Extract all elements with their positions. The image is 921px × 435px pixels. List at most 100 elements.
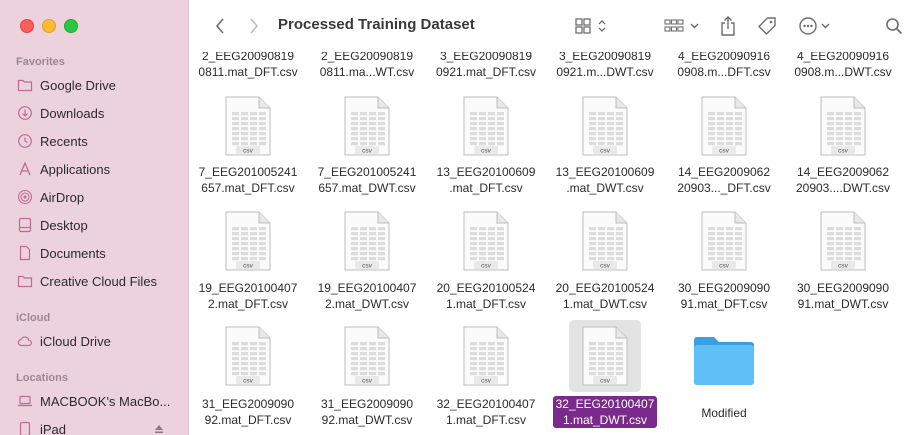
tags-button[interactable] — [755, 14, 779, 38]
svg-text:csv: csv — [362, 148, 373, 155]
forward-button[interactable] — [243, 14, 265, 38]
sidebar-item-ipad[interactable]: iPad — [16, 418, 184, 435]
file-item[interactable]: 2_EEG20090819 0811.mat_DFT.csv — [189, 52, 307, 81]
file-item[interactable]: 13_EEG20100609 .mat_DWT.csv — [546, 164, 664, 197]
file-item[interactable]: 32_EEG20100407 1.mat_DFT.csv — [427, 396, 545, 429]
csv-file-icon[interactable]: csv — [224, 211, 272, 271]
sidebar-item-label: iPad — [40, 421, 67, 435]
csv-file-icon[interactable]: csv — [819, 211, 867, 271]
folder-icon — [16, 77, 34, 93]
file-item[interactable]: 2_EEG20090819 0811.ma...WT.csv — [308, 52, 426, 81]
file-item[interactable]: 19_EEG20100407 2.mat_DWT.csv — [308, 280, 426, 313]
ipad-icon — [16, 421, 34, 435]
file-name: 32_EEG20100407 1.mat_DFT.csv — [436, 397, 536, 427]
file-item[interactable]: 19_EEG20100407 2.mat_DFT.csv — [189, 280, 307, 313]
window-title: Processed Training Dataset — [278, 16, 475, 33]
sidebar-item-recents[interactable]: Recents — [16, 130, 184, 152]
sidebar-item-applications[interactable]: Applications — [16, 158, 184, 180]
csv-file-icon[interactable]: csv — [343, 211, 391, 271]
sidebar-item-desktop[interactable]: Desktop — [16, 214, 184, 236]
file-item[interactable]: 4_EEG20090916 0908.m...DFT.csv — [665, 52, 783, 81]
csv-file-icon[interactable]: csv — [224, 96, 272, 156]
file-item[interactable]: 20_EEG20100524 1.mat_DWT.csv — [546, 280, 664, 313]
search-icon — [885, 17, 903, 35]
share-button[interactable] — [717, 14, 739, 38]
file-item[interactable]: 14_EEG2009062 20903....DWT.csv — [784, 164, 902, 197]
file-name: 14_EEG2009062 20903..._DFT.csv — [677, 165, 771, 195]
file-item[interactable]: 30_EEG2009090 91.mat_DFT.csv — [665, 280, 783, 313]
csv-file-icon[interactable]: csv — [581, 96, 629, 156]
sidebar-item-downloads[interactable]: Downloads — [16, 102, 184, 124]
icloud-heading: iCloud — [16, 312, 51, 324]
csv-file-icon[interactable]: csv — [343, 96, 391, 156]
file-name: 19_EEG20100407 2.mat_DFT.csv — [198, 281, 298, 311]
back-button[interactable] — [209, 14, 231, 38]
sidebar-item-macbook[interactable]: MACBOOK's MacBo... — [16, 390, 184, 412]
svg-text:csv: csv — [600, 263, 611, 270]
close-window-button[interactable] — [20, 19, 34, 33]
sidebar-item-label: Recents — [40, 133, 88, 149]
download-icon — [16, 105, 34, 121]
file-item[interactable]: 14_EEG2009062 20903..._DFT.csv — [665, 164, 783, 197]
document-icon — [16, 245, 34, 261]
csv-file-icon[interactable]: csv — [462, 326, 510, 386]
sidebar-item-documents[interactable]: Documents — [16, 242, 184, 264]
svg-text:csv: csv — [243, 263, 254, 270]
folder-icon — [16, 273, 34, 289]
sidebar-item-label: AirDrop — [40, 189, 85, 205]
group-by-button[interactable] — [663, 14, 703, 38]
sidebar-item-label: MACBOOK's MacBo... — [40, 393, 171, 409]
view-mode-button[interactable] — [573, 14, 613, 38]
file-item[interactable]: 3_EEG20090819 0921.m...DWT.csv — [546, 52, 664, 81]
file-name: 3_EEG20090819 0921.mat_DFT.csv — [435, 52, 537, 79]
file-name: 13_EEG20100609 .mat_DWT.csv — [555, 165, 655, 195]
csv-file-icon[interactable]: csv — [581, 211, 629, 271]
search-button[interactable] — [883, 14, 905, 38]
svg-text:csv: csv — [481, 263, 492, 270]
csv-file-icon[interactable]: csv — [700, 211, 748, 271]
csv-file-icon[interactable]: csv — [343, 326, 391, 386]
sidebar: Favorites Google Drive Downloads Recents… — [0, 0, 189, 435]
sidebar-item-creative-cloud-files[interactable]: Creative Cloud Files — [16, 270, 184, 292]
file-item[interactable]: 20_EEG20100524 1.mat_DFT.csv — [427, 280, 545, 313]
file-item[interactable]: 30_EEG2009090 91.mat_DWT.csv — [784, 280, 902, 313]
csv-file-icon[interactable]: csv — [819, 96, 867, 156]
svg-text:csv: csv — [838, 148, 849, 155]
folder-item[interactable]: Modified — [665, 404, 783, 422]
group-icon — [664, 18, 702, 34]
sidebar-item-icloud-drive[interactable]: iCloud Drive — [16, 330, 184, 352]
csv-file-icon[interactable]: csv — [581, 326, 629, 386]
svg-text:csv: csv — [362, 378, 373, 385]
folder-icon[interactable] — [693, 334, 755, 394]
minimize-window-button[interactable] — [42, 19, 56, 33]
more-actions-button[interactable] — [797, 14, 837, 38]
tag-icon — [757, 16, 777, 36]
file-item[interactable]: 3_EEG20090819 0921.mat_DFT.csv — [427, 52, 545, 81]
file-item[interactable]: 13_EEG20100609 .mat_DFT.csv — [427, 164, 545, 197]
file-name: 4_EEG20090916 0908.m...DFT.csv — [677, 52, 771, 79]
csv-file-icon[interactable]: csv — [462, 211, 510, 271]
file-item[interactable]: 7_EEG201005241 657.mat_DFT.csv — [189, 164, 307, 197]
svg-text:csv: csv — [719, 148, 730, 155]
svg-text:csv: csv — [600, 148, 611, 155]
file-item[interactable]: 7_EEG201005241 657.mat_DWT.csv — [308, 164, 426, 197]
file-name: 2_EEG20090819 0811.mat_DFT.csv — [198, 52, 298, 79]
eject-icon[interactable] — [154, 422, 164, 435]
sidebar-item-airdrop[interactable]: AirDrop — [16, 186, 184, 208]
file-item[interactable]: 31_EEG2009090 92.mat_DFT.csv — [189, 396, 307, 429]
csv-file-icon[interactable]: csv — [700, 96, 748, 156]
icon-grid-icon — [575, 18, 611, 34]
clock-icon — [16, 133, 34, 149]
file-item[interactable]: 4_EEG20090916 0908.m...DWT.csv — [784, 52, 902, 81]
file-name: 7_EEG201005241 657.mat_DWT.csv — [317, 165, 417, 195]
file-item[interactable]: 31_EEG2009090 92.mat_DWT.csv — [308, 396, 426, 429]
csv-file-icon[interactable]: csv — [462, 96, 510, 156]
chevron-left-icon — [215, 18, 225, 34]
zoom-window-button[interactable] — [64, 19, 78, 33]
sidebar-item-label: Documents — [40, 245, 106, 261]
file-item[interactable]: 32_EEG20100407 1.mat_DWT.csv — [546, 396, 664, 429]
sidebar-item-google-drive[interactable]: Google Drive — [16, 74, 184, 96]
sidebar-item-label: Creative Cloud Files — [40, 273, 158, 289]
csv-file-icon[interactable]: csv — [224, 326, 272, 386]
toolbar: Processed Training Dataset — [189, 0, 921, 52]
